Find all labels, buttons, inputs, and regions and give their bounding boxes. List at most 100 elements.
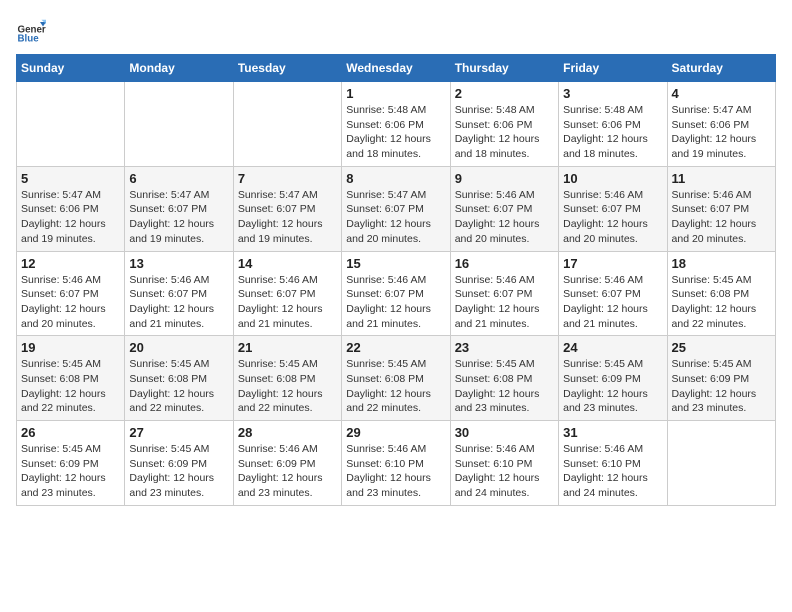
calendar-cell: 22 Sunrise: 5:45 AM Sunset: 6:08 PM Dayli… [342,336,450,421]
day-number: 21 [238,340,337,355]
day-info: Sunrise: 5:46 AM Sunset: 6:07 PM Dayligh… [455,188,554,247]
svg-text:Blue: Blue [18,34,40,45]
day-number: 17 [563,256,662,271]
day-info: Sunrise: 5:45 AM Sunset: 6:08 PM Dayligh… [129,357,228,416]
day-number: 19 [21,340,120,355]
calendar-cell: 24 Sunrise: 5:45 AM Sunset: 6:09 PM Dayli… [559,336,667,421]
calendar-cell: 18 Sunrise: 5:45 AM Sunset: 6:08 PM Dayli… [667,251,775,336]
day-number: 22 [346,340,445,355]
day-info: Sunrise: 5:47 AM Sunset: 6:07 PM Dayligh… [129,188,228,247]
calendar-cell [125,82,233,167]
day-info: Sunrise: 5:45 AM Sunset: 6:08 PM Dayligh… [238,357,337,416]
day-info: Sunrise: 5:48 AM Sunset: 6:06 PM Dayligh… [563,103,662,162]
calendar-cell: 21 Sunrise: 5:45 AM Sunset: 6:08 PM Dayli… [233,336,341,421]
calendar-week-row: 26 Sunrise: 5:45 AM Sunset: 6:09 PM Dayli… [17,421,776,506]
day-number: 25 [672,340,771,355]
calendar-cell: 13Sunrise: 5:46 AM Sunset: 6:07 PM Dayli… [125,251,233,336]
day-info: Sunrise: 5:45 AM Sunset: 6:08 PM Dayligh… [346,357,445,416]
day-number: 1 [346,86,445,101]
day-number: 7 [238,171,337,186]
calendar-cell: 19 Sunrise: 5:45 AM Sunset: 6:08 PM Dayli… [17,336,125,421]
calendar-cell: 20 Sunrise: 5:45 AM Sunset: 6:08 PM Dayli… [125,336,233,421]
day-info: Sunrise: 5:47 AM Sunset: 6:07 PM Dayligh… [346,188,445,247]
calendar-header-thursday: Thursday [450,55,558,82]
day-number: 8 [346,171,445,186]
day-info: Sunrise: 5:45 AM Sunset: 6:09 PM Dayligh… [563,357,662,416]
calendar-cell: 8 Sunrise: 5:47 AM Sunset: 6:07 PM Daylig… [342,166,450,251]
day-info: Sunrise: 5:45 AM Sunset: 6:08 PM Dayligh… [672,273,771,332]
calendar-cell: 6 Sunrise: 5:47 AM Sunset: 6:07 PM Daylig… [125,166,233,251]
day-number: 31 [563,425,662,440]
calendar-cell: 14Sunrise: 5:46 AM Sunset: 6:07 PM Dayli… [233,251,341,336]
day-number: 10 [563,171,662,186]
day-number: 23 [455,340,554,355]
calendar-cell: 4Sunrise: 5:47 AM Sunset: 6:06 PM Daylig… [667,82,775,167]
day-number: 29 [346,425,445,440]
day-info: Sunrise: 5:46 AM Sunset: 6:07 PM Dayligh… [129,273,228,332]
calendar-cell: 30Sunrise: 5:46 AM Sunset: 6:10 PM Dayli… [450,421,558,506]
calendar-header-friday: Friday [559,55,667,82]
calendar-cell: 17Sunrise: 5:46 AM Sunset: 6:07 PM Dayli… [559,251,667,336]
day-info: Sunrise: 5:46 AM Sunset: 6:10 PM Dayligh… [563,442,662,501]
day-info: Sunrise: 5:45 AM Sunset: 6:09 PM Dayligh… [129,442,228,501]
day-info: Sunrise: 5:47 AM Sunset: 6:07 PM Dayligh… [238,188,337,247]
calendar-cell: 28 Sunrise: 5:46 AM Sunset: 6:09 PM Dayli… [233,421,341,506]
calendar-cell: 23 Sunrise: 5:45 AM Sunset: 6:08 PM Dayli… [450,336,558,421]
calendar-week-row: 5 Sunrise: 5:47 AM Sunset: 6:06 PM Daylig… [17,166,776,251]
calendar-cell [17,82,125,167]
calendar-week-row: 12 Sunrise: 5:46 AM Sunset: 6:07 PM Dayli… [17,251,776,336]
day-number: 24 [563,340,662,355]
calendar-cell: 27 Sunrise: 5:45 AM Sunset: 6:09 PM Dayli… [125,421,233,506]
day-number: 18 [672,256,771,271]
day-number: 20 [129,340,228,355]
day-info: Sunrise: 5:48 AM Sunset: 6:06 PM Dayligh… [346,103,445,162]
calendar-cell: 16 Sunrise: 5:46 AM Sunset: 6:07 PM Dayli… [450,251,558,336]
calendar-cell: 2 Sunrise: 5:48 AM Sunset: 6:06 PM Daylig… [450,82,558,167]
calendar-cell: 26 Sunrise: 5:45 AM Sunset: 6:09 PM Dayli… [17,421,125,506]
day-number: 16 [455,256,554,271]
calendar-header-row: SundayMondayTuesdayWednesdayThursdayFrid… [17,55,776,82]
day-info: Sunrise: 5:45 AM Sunset: 6:09 PM Dayligh… [672,357,771,416]
day-number: 5 [21,171,120,186]
calendar-table: SundayMondayTuesdayWednesdayThursdayFrid… [16,54,776,506]
calendar-week-row: 1 Sunrise: 5:48 AM Sunset: 6:06 PM Daylig… [17,82,776,167]
calendar-cell: 12 Sunrise: 5:46 AM Sunset: 6:07 PM Dayli… [17,251,125,336]
calendar-cell: 29 Sunrise: 5:46 AM Sunset: 6:10 PM Dayli… [342,421,450,506]
calendar-cell: 9 Sunrise: 5:46 AM Sunset: 6:07 PM Daylig… [450,166,558,251]
day-info: Sunrise: 5:46 AM Sunset: 6:09 PM Dayligh… [238,442,337,501]
calendar-header-sunday: Sunday [17,55,125,82]
day-info: Sunrise: 5:46 AM Sunset: 6:07 PM Dayligh… [455,273,554,332]
day-number: 12 [21,256,120,271]
day-info: Sunrise: 5:46 AM Sunset: 6:07 PM Dayligh… [563,188,662,247]
day-number: 27 [129,425,228,440]
day-number: 11 [672,171,771,186]
calendar-cell: 3Sunrise: 5:48 AM Sunset: 6:06 PM Daylig… [559,82,667,167]
day-info: Sunrise: 5:46 AM Sunset: 6:07 PM Dayligh… [346,273,445,332]
day-info: Sunrise: 5:45 AM Sunset: 6:09 PM Dayligh… [21,442,120,501]
day-number: 30 [455,425,554,440]
calendar-cell [233,82,341,167]
day-info: Sunrise: 5:45 AM Sunset: 6:08 PM Dayligh… [455,357,554,416]
day-info: Sunrise: 5:47 AM Sunset: 6:06 PM Dayligh… [21,188,120,247]
day-info: Sunrise: 5:45 AM Sunset: 6:08 PM Dayligh… [21,357,120,416]
calendar-cell: 5 Sunrise: 5:47 AM Sunset: 6:06 PM Daylig… [17,166,125,251]
calendar-week-row: 19 Sunrise: 5:45 AM Sunset: 6:08 PM Dayli… [17,336,776,421]
day-number: 6 [129,171,228,186]
page-header: General Blue [16,16,776,46]
day-number: 4 [672,86,771,101]
day-number: 9 [455,171,554,186]
calendar-header-monday: Monday [125,55,233,82]
logo: General Blue [16,16,46,46]
calendar-cell: 15Sunrise: 5:46 AM Sunset: 6:07 PM Dayli… [342,251,450,336]
calendar-cell: 31 Sunrise: 5:46 AM Sunset: 6:10 PM Dayli… [559,421,667,506]
day-number: 28 [238,425,337,440]
calendar-cell: 7 Sunrise: 5:47 AM Sunset: 6:07 PM Daylig… [233,166,341,251]
day-number: 26 [21,425,120,440]
day-number: 2 [455,86,554,101]
calendar-header-wednesday: Wednesday [342,55,450,82]
day-info: Sunrise: 5:46 AM Sunset: 6:07 PM Dayligh… [21,273,120,332]
day-info: Sunrise: 5:48 AM Sunset: 6:06 PM Dayligh… [455,103,554,162]
calendar-cell: 1 Sunrise: 5:48 AM Sunset: 6:06 PM Daylig… [342,82,450,167]
day-info: Sunrise: 5:46 AM Sunset: 6:10 PM Dayligh… [346,442,445,501]
logo-icon: General Blue [16,16,46,46]
